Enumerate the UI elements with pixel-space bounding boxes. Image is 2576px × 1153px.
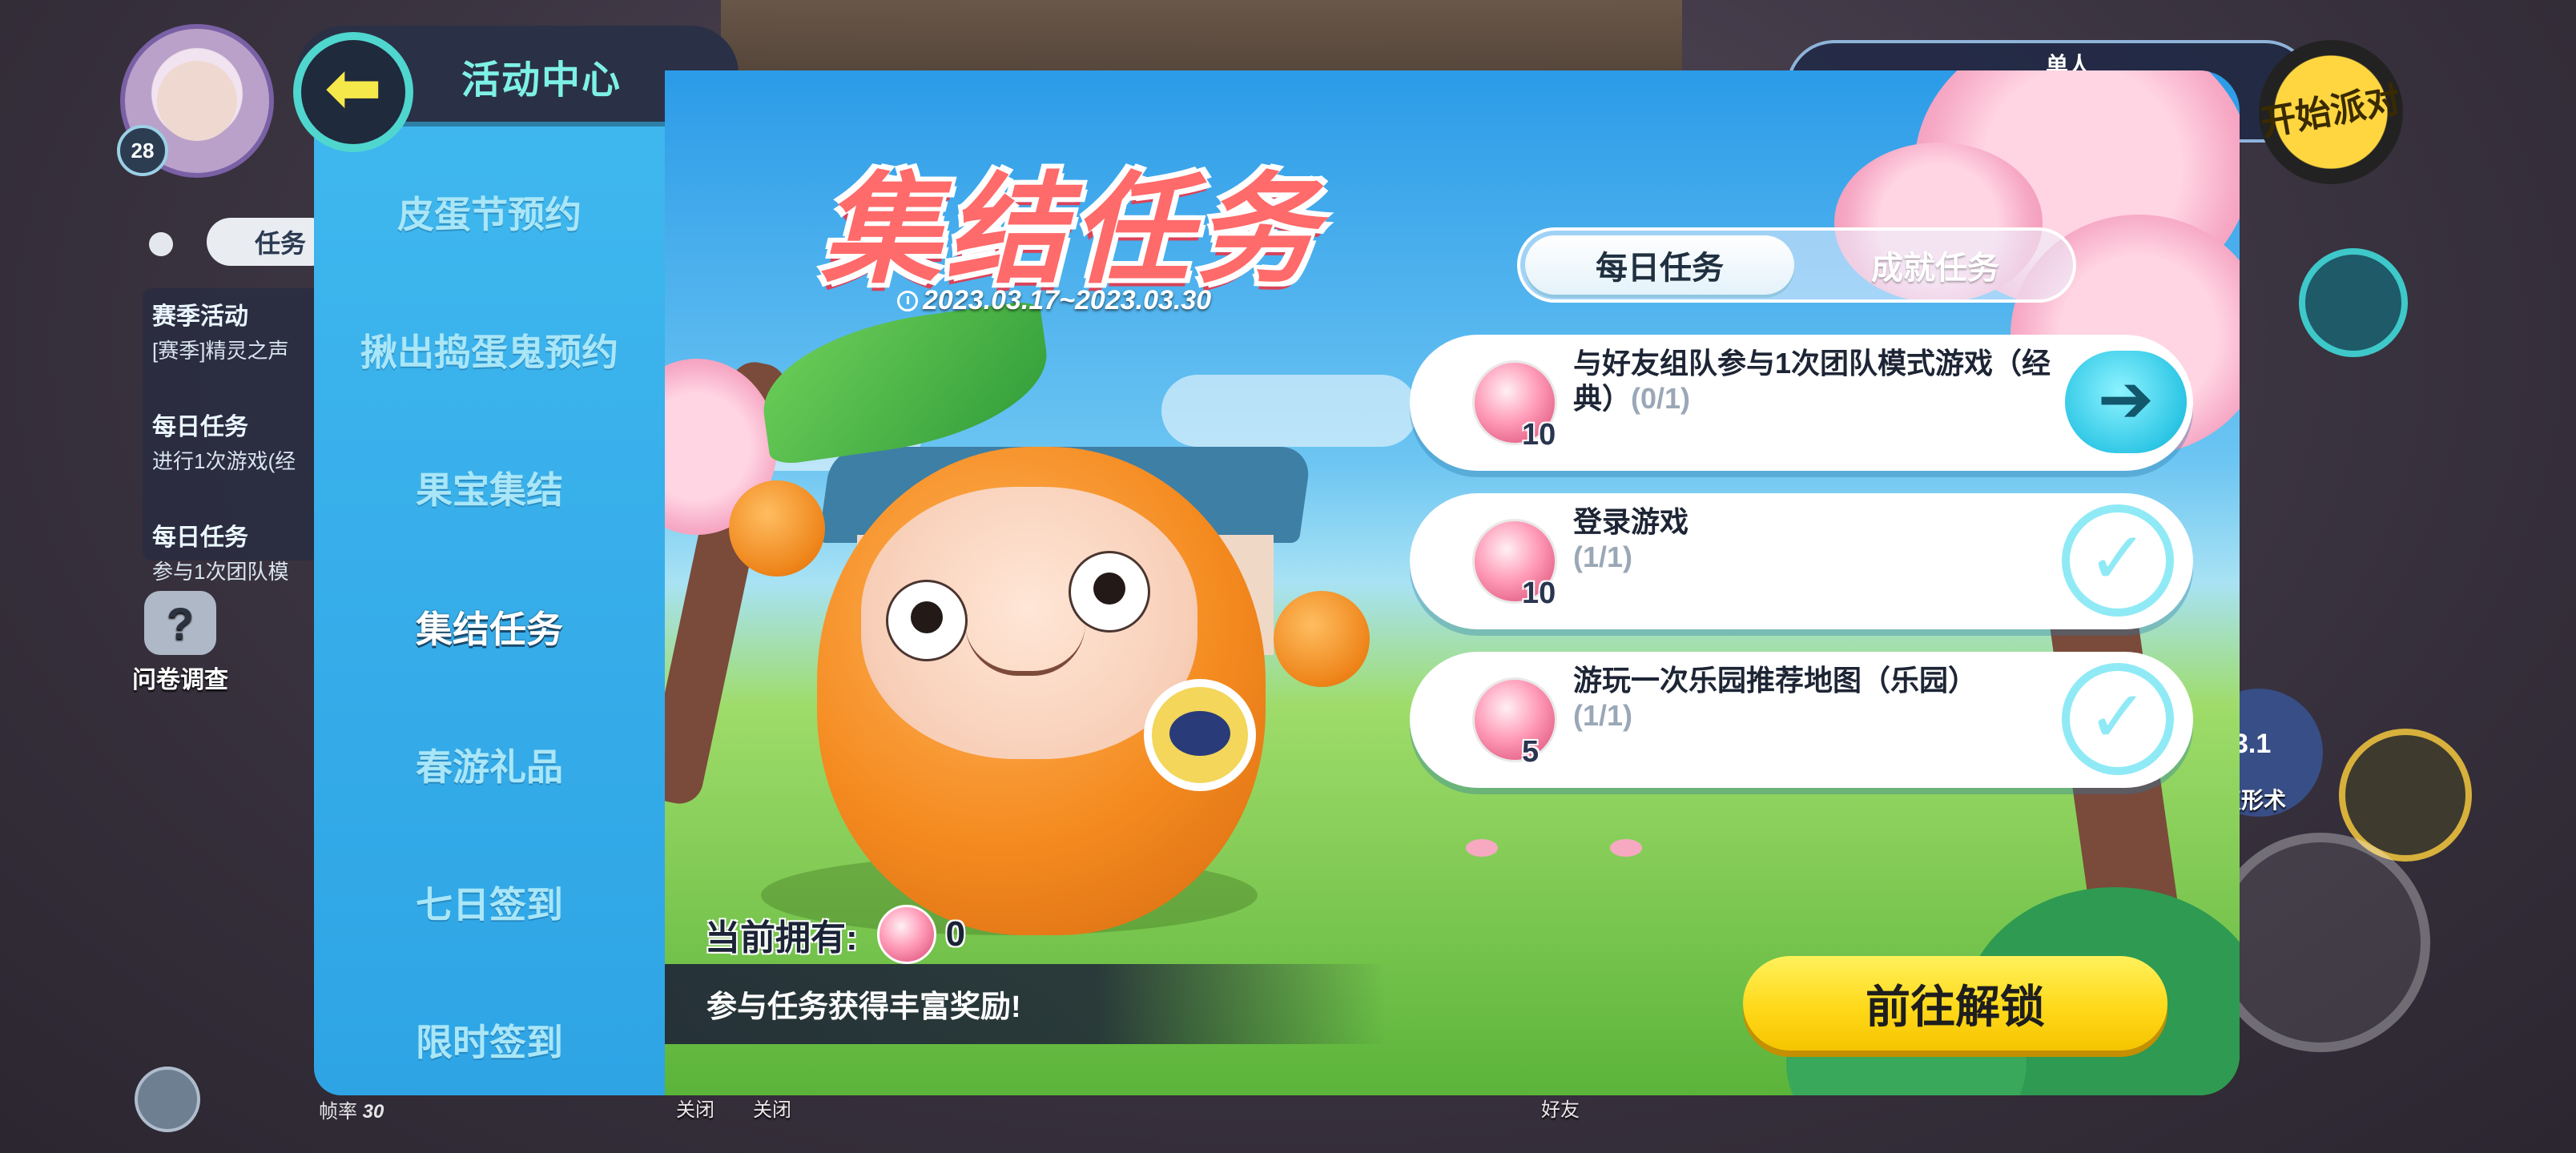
sidebar-item-troublemaker-reservation[interactable]: 揪出捣蛋鬼预约: [314, 323, 665, 376]
task-row: 10 与好友组队参与1次团队模式游戏（经典）(0/1) ➔: [1410, 335, 2193, 471]
task-title: 游玩一次乐园推荐地图（乐园） (1/1): [1573, 663, 2070, 733]
survey-icon: [144, 591, 216, 655]
close-button[interactable]: 关闭: [753, 1094, 791, 1122]
mascot-leaf: [753, 299, 1057, 467]
small-orange: [1274, 591, 1370, 687]
arrow-right-icon[interactable]: ➔: [2065, 351, 2187, 453]
sidebar-item-pidan-reservation[interactable]: 皮蛋节预约: [314, 186, 665, 239]
hud-task-entry-title: 每日任务: [152, 414, 248, 440]
go-unlock-button[interactable]: 前往解锁: [1743, 956, 2167, 1051]
sidebar-item-seven-day-signin[interactable]: 七日签到: [314, 876, 665, 929]
task-progress: (0/1): [1631, 382, 1691, 415]
flower-coin-icon: [876, 905, 936, 964]
fps-label: 帧率: [319, 1101, 357, 1123]
owned-currency: 当前拥有: 0: [705, 905, 965, 964]
hud-task-entry-subtitle: [赛季]精灵之声: [152, 339, 289, 363]
tip-text: 参与任务获得丰富奖励!: [706, 990, 1021, 1024]
survey-button[interactable]: 问卷调查: [128, 591, 232, 695]
event-title: 集结任务: [821, 163, 1322, 297]
task-title: 登录游戏 (1/1): [1573, 504, 2070, 575]
hud-task-entry[interactable]: 每日任务 参与1次团队模: [152, 517, 328, 585]
task-row: 5 游玩一次乐园推荐地图（乐园） (1/1) ✓: [1410, 652, 2193, 788]
hud-task-entry[interactable]: 赛季活动 [赛季]精灵之声: [152, 296, 328, 364]
petal: [1610, 839, 1642, 857]
flower-coin-icon: [1472, 677, 1557, 762]
reward-count: 10: [1522, 418, 1556, 452]
reward-count: 10: [1522, 576, 1556, 610]
survey-label: 问卷调查: [132, 667, 228, 693]
checkmark-icon: ✓: [2062, 504, 2174, 617]
hud-task-panel: 赛季活动 [赛季]精灵之声 每日任务 进行1次游戏(经 每日任务 参与1次团队模: [143, 288, 335, 584]
level-badge: 28: [117, 125, 168, 176]
hud-task-entry-subtitle: 参与1次团队模: [152, 560, 289, 584]
task-row: 10 登录游戏 (1/1) ✓: [1410, 493, 2193, 629]
event-panel: 集结任务 2023.03.17~2023.03.30 每日任务 成就任务 10 …: [665, 70, 2240, 1095]
fps-readout: 帧率 30: [319, 1095, 384, 1123]
back-arrow-icon[interactable]: ⬅: [293, 32, 413, 152]
hud-collapse-icon[interactable]: [149, 232, 173, 256]
event-date-text: 2023.03.17~2023.03.30: [923, 285, 1212, 315]
task-progress: (1/1): [1573, 540, 1633, 573]
avatar-face: [157, 61, 237, 141]
checkmark-icon: ✓: [2062, 663, 2174, 775]
jump-button[interactable]: [2211, 833, 2430, 1052]
hud-task-entry-subtitle: 进行1次游戏(经: [152, 449, 296, 473]
owned-count: 0: [945, 914, 966, 954]
start-party-button[interactable]: 开始派对: [2257, 40, 2404, 184]
task-tabs: 每日任务 成就任务: [1517, 227, 2076, 303]
box-icon[interactable]: [2299, 248, 2408, 357]
reward-count: 5: [1522, 735, 1540, 769]
clock-icon: [897, 291, 918, 311]
sidebar-item-fruit-gathering[interactable]: 果宝集结: [314, 461, 665, 514]
task-title-text: 登录游戏: [1573, 505, 1689, 538]
mascot-eye: [886, 580, 968, 661]
petal: [1466, 839, 1498, 857]
event-date: 2023.03.17~2023.03.30: [897, 285, 1211, 316]
activity-sidebar: 皮蛋节预约 揪出捣蛋鬼预约 果宝集结 集结任务 春游礼品 七日签到 限时签到: [314, 112, 665, 1095]
owned-label: 当前拥有:: [705, 918, 858, 958]
close-button[interactable]: 关闭: [676, 1094, 714, 1122]
sidebar-item-limited-signin[interactable]: 限时签到: [314, 1014, 665, 1067]
fps-value: 30: [362, 1101, 384, 1123]
hud-task-entry[interactable]: 每日任务 进行1次游戏(经: [152, 407, 328, 475]
refresh-icon[interactable]: [135, 1067, 200, 1132]
sidebar-item-spring-gifts[interactable]: 春游礼品: [314, 738, 665, 791]
mascot-badge-icon: [1144, 679, 1256, 791]
hud-task-entry-title: 赛季活动: [152, 303, 248, 330]
task-title: 与好友组队参与1次团队模式游戏（经典）(0/1): [1573, 346, 2070, 416]
small-orange: [729, 480, 825, 576]
start-party-label: 开始派对: [2257, 80, 2404, 143]
task-progress: (1/1): [1573, 699, 1633, 732]
tab-daily-tasks[interactable]: 每日任务: [1525, 235, 1794, 295]
sidebar-item-gathering-tasks[interactable]: 集结任务: [314, 601, 665, 653]
task-title-text: 游玩一次乐园推荐地图（乐园）: [1573, 664, 1978, 697]
tab-achievement-tasks[interactable]: 成就任务: [1801, 235, 2070, 295]
mascot-eye: [1069, 551, 1150, 633]
hud-task-entry-title: 每日任务: [152, 524, 248, 551]
page-title: 活动中心: [461, 59, 622, 102]
friends-button[interactable]: 好友: [1541, 1094, 1580, 1122]
cloud: [1161, 375, 1418, 447]
